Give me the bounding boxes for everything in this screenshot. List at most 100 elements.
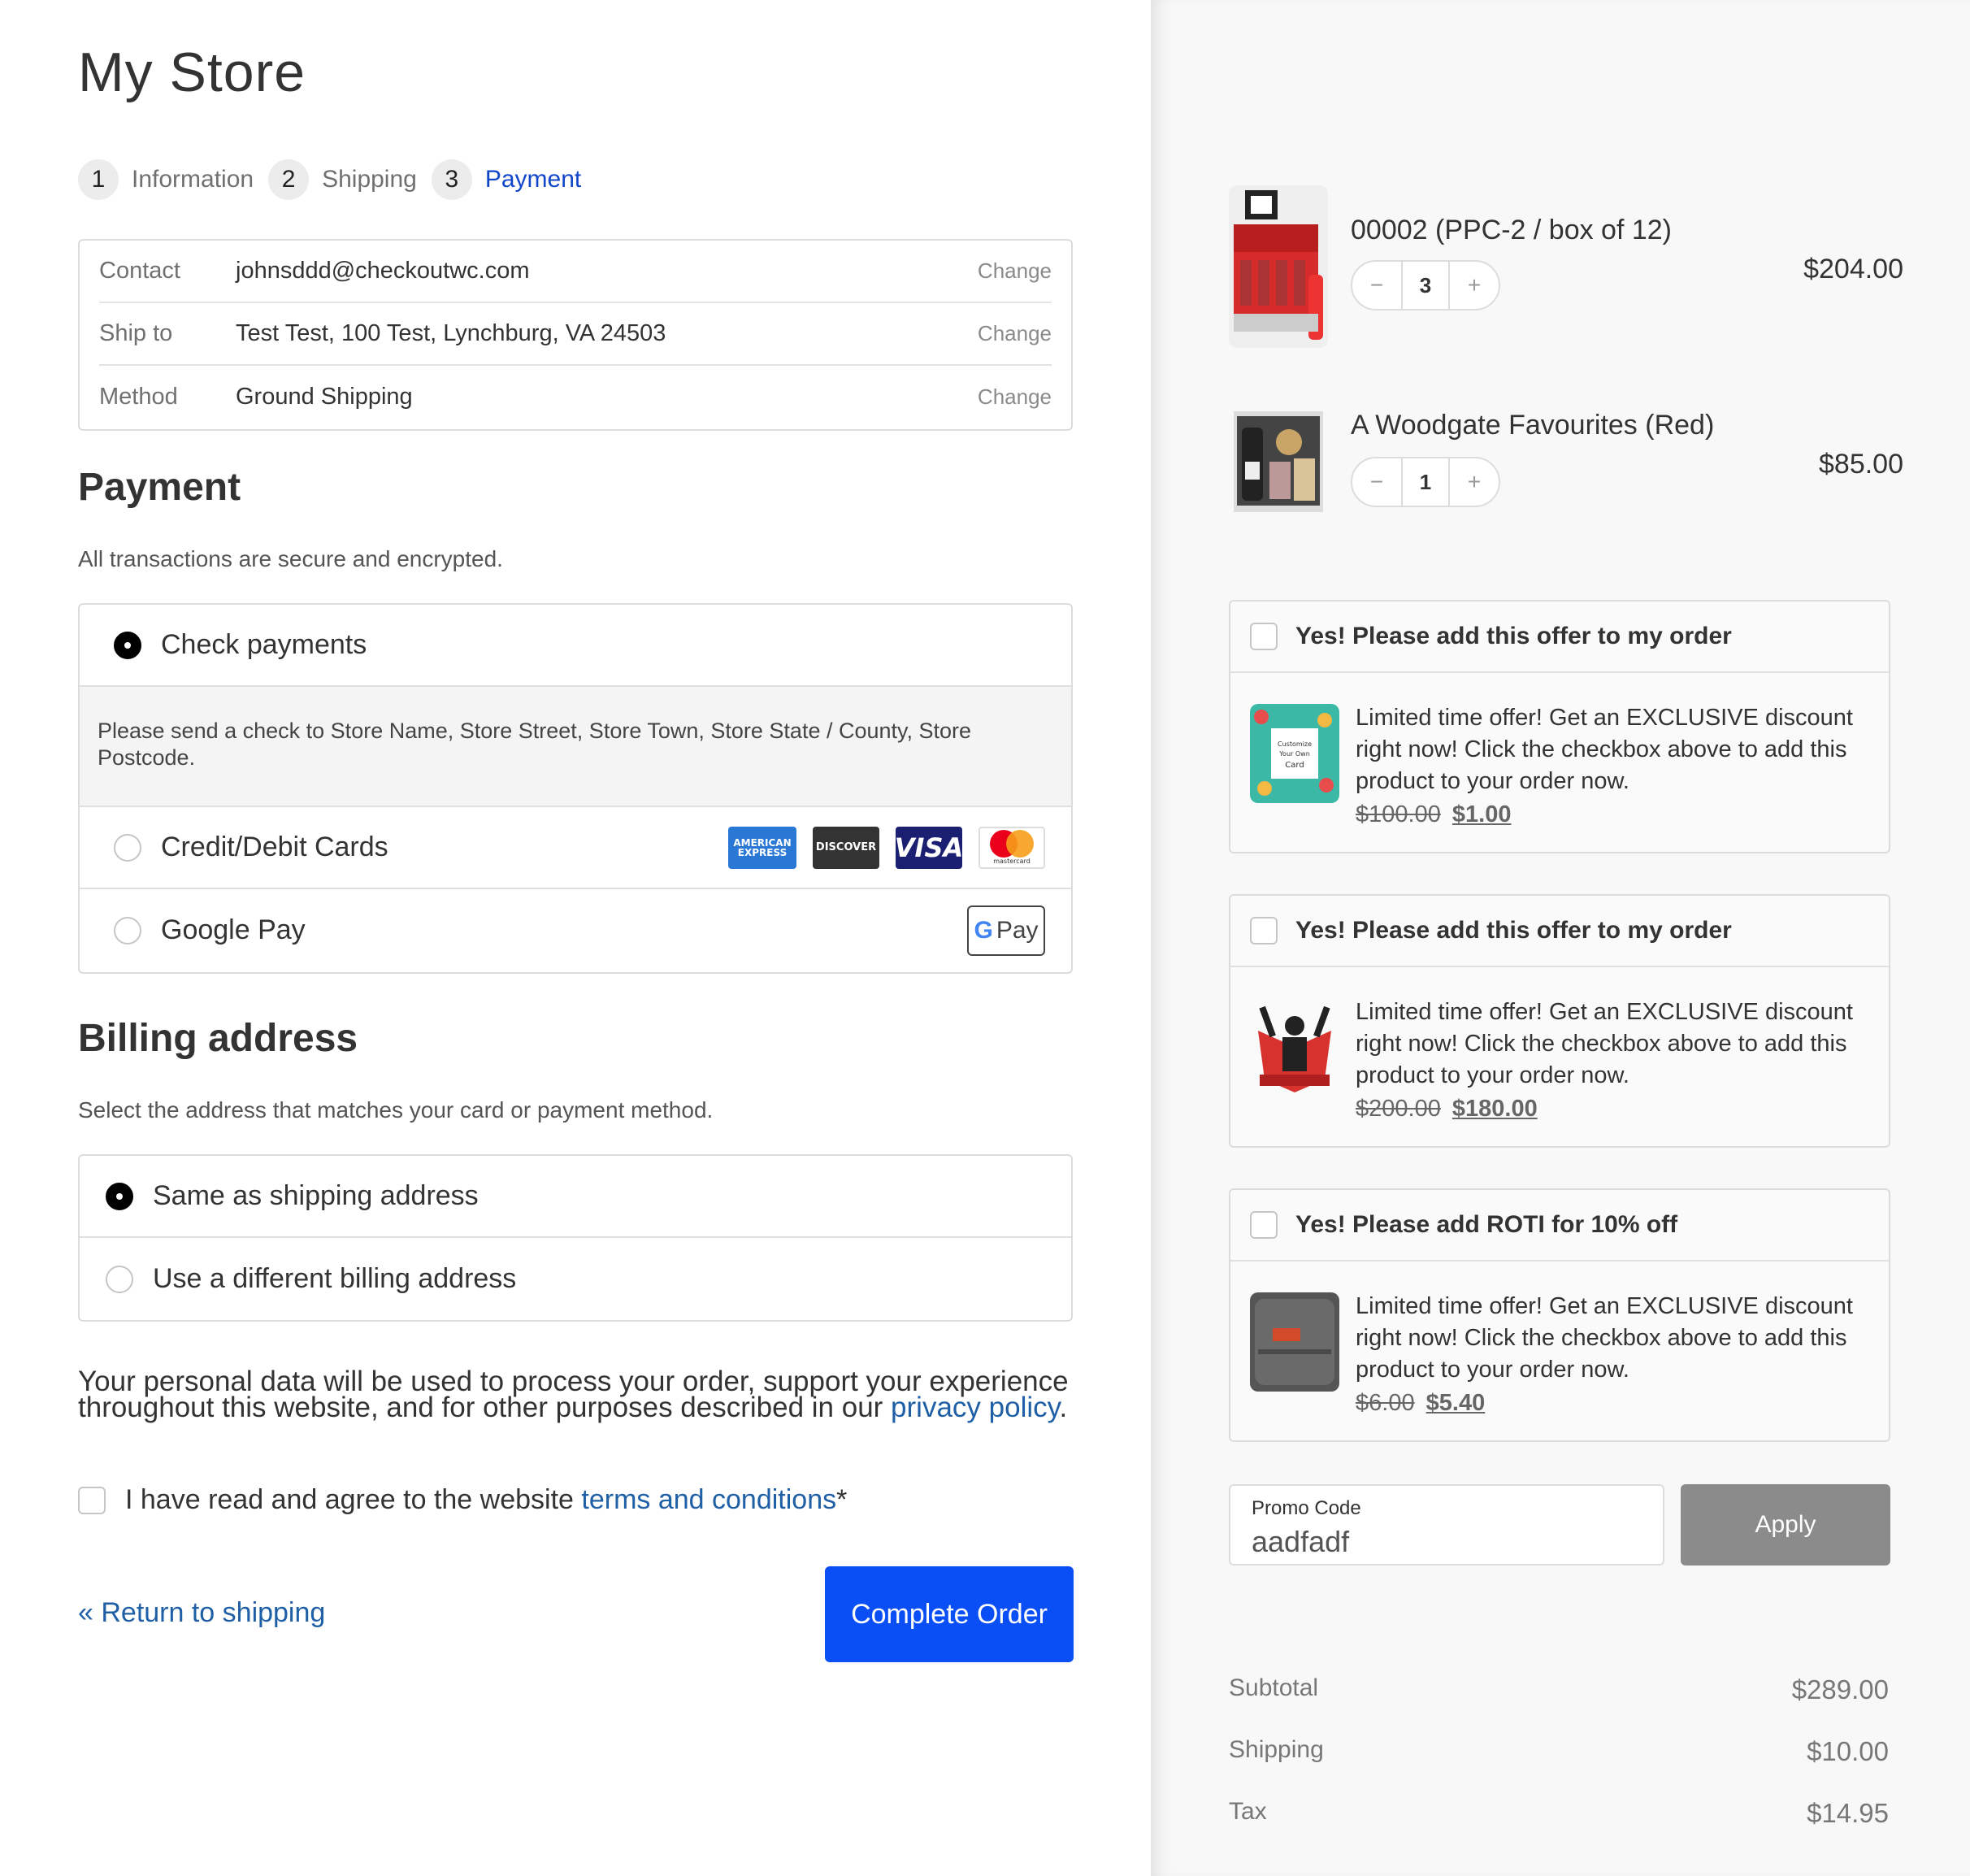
apply-promo-button[interactable]: Apply [1681,1484,1890,1566]
cart-item: 00002 (PPC-2 / box of 12) $204.00 − 3 + [1229,185,1903,348]
total-label: Tax [1229,1798,1267,1825]
item-price: $204.00 [1803,254,1903,284]
visa-logo: VISA [895,826,963,869]
offer-header[interactable]: Yes! Please add this offer to my order [1230,896,1889,967]
offer-thumbnail: Customize Your Own Card [1250,704,1339,803]
breadcrumb-shipping[interactable]: 2 Shipping [268,159,417,200]
quantity-stepper: − 1 + [1351,457,1500,507]
radio-check-payments[interactable] [114,631,141,659]
terms-agreement: I have read and agree to the website ter… [78,1484,847,1516]
item-price: $85.00 [1819,449,1903,480]
billing-option-same[interactable]: Same as shipping address [80,1156,1071,1238]
offer-thumbnail [1250,1292,1339,1392]
subtotal-row: Subtotal $289.00 [1229,1674,1889,1705]
item-name: A Woodgate Favourites (Red) [1351,410,1715,441]
radio-credit-cards[interactable] [114,833,141,862]
offer-heading: Yes! Please add this offer to my order [1295,623,1732,649]
offer-price: $100.00 $1.00 [1356,801,1511,828]
review-row-ship-to: Ship to Test Test, 100 Test, Lynchburg, … [99,303,1052,366]
privacy-notice: Your personal data will be used to proce… [78,1367,1078,1423]
complete-order-button[interactable]: Complete Order [825,1566,1074,1662]
breadcrumb-payment: 3 Payment [431,159,582,200]
svg-text:Card: Card [1285,761,1304,770]
payment-option-cards[interactable]: Credit/Debit Cards AMERICAN EXPRESS DISC… [80,807,1071,889]
review-value: Test Test, 100 Test, Lynchburg, VA 24503 [236,320,666,346]
terms-checkbox[interactable] [78,1486,106,1514]
privacy-policy-link[interactable]: privacy policy [891,1392,1059,1423]
decrease-quantity-button[interactable]: − [1352,272,1401,298]
order-bump-offer: Yes! Please add this offer to my order L… [1229,894,1890,1148]
radio-different-address[interactable] [106,1265,133,1293]
payment-subtitle: All transactions are secure and encrypte… [78,546,503,571]
sale-price: $1.00 [1451,801,1512,827]
billing-options: Same as shipping address Use a different… [78,1154,1073,1322]
change-ship-to-link[interactable]: Change [978,321,1052,346]
payment-option-label: Credit/Debit Cards [161,832,388,862]
total-value: $10.00 [1807,1736,1889,1766]
review-row-method: Method Ground Shipping Change [99,366,1052,428]
offer-checkbox[interactable] [1250,623,1278,650]
order-review-box: Contact johnsddd@checkoutwc.com Change S… [78,239,1073,431]
google-g-icon: G [974,916,993,944]
payment-option-check[interactable]: Check payments [80,605,1071,687]
quantity-value[interactable]: 1 [1401,458,1450,506]
step-number: 1 [78,159,119,200]
shipping-row: Shipping $10.00 [1229,1736,1889,1767]
offer-description: Limited time offer! Get an EXCLUSIVE dis… [1356,1293,1853,1383]
billing-option-label: Same as shipping address [153,1180,479,1211]
mastercard-text: mastercard [993,858,1031,865]
return-to-shipping-link[interactable]: « Return to shipping [78,1597,325,1629]
promo-code-field[interactable]: Promo Code aadfadf [1229,1484,1664,1566]
promo-code-value[interactable]: aadfadf [1252,1525,1642,1559]
original-price: $100.00 [1356,801,1441,827]
quantity-stepper: − 3 + [1351,260,1500,310]
payment-option-label: Google Pay [161,914,306,945]
billing-option-different[interactable]: Use a different billing address [80,1238,1071,1320]
promo-code-label: Promo Code [1252,1497,1361,1519]
radio-google-pay[interactable] [114,916,141,945]
gpay-text: Pay [996,916,1039,944]
review-value: Ground Shipping [236,384,413,410]
svg-text:Customize: Customize [1278,740,1312,748]
product-thumbnail [1229,405,1328,517]
checkout-main: My Store 1 Information 2 Shipping 3 Paym… [0,0,1151,1876]
privacy-end: . [1059,1392,1068,1423]
total-value: $289.00 [1791,1674,1889,1704]
total-value: $14.95 [1807,1798,1889,1828]
total-label: Shipping [1229,1736,1324,1763]
increase-quantity-button[interactable]: + [1450,469,1499,495]
review-label: Contact [99,258,180,284]
decrease-quantity-button[interactable]: − [1352,469,1401,495]
offer-checkbox[interactable] [1250,1211,1278,1239]
change-method-link[interactable]: Change [978,384,1052,410]
offer-header[interactable]: Yes! Please add this offer to my order [1230,601,1889,673]
amex-logo: AMERICAN EXPRESS [728,826,796,869]
step-number: 2 [268,159,310,200]
review-label: Method [99,384,178,410]
order-bump-offer: Yes! Please add ROTI for 10% off Limited… [1229,1188,1890,1442]
step-number: 3 [431,159,472,200]
original-price: $6.00 [1356,1390,1415,1416]
breadcrumb-information[interactable]: 1 Information [78,159,254,200]
change-contact-link[interactable]: Change [978,258,1052,284]
offer-header[interactable]: Yes! Please add ROTI for 10% off [1230,1190,1889,1262]
step-label: Information [132,166,254,193]
card-brand-logos: AMERICAN EXPRESS DISCOVER VISA mastercar… [712,826,1045,869]
offer-description: Limited time offer! Get an EXCLUSIVE dis… [1356,999,1853,1088]
offer-checkbox[interactable] [1250,917,1278,945]
quantity-value[interactable]: 3 [1401,262,1450,309]
order-summary: 00002 (PPC-2 / box of 12) $204.00 − 3 + … [1151,0,1970,1876]
order-bump-offer: Yes! Please add this offer to my order C… [1229,600,1890,853]
radio-same-address[interactable] [106,1182,133,1210]
discover-logo: DISCOVER [813,826,879,869]
total-label: Subtotal [1229,1674,1319,1701]
billing-option-label: Use a different billing address [153,1263,517,1294]
payment-option-google-pay[interactable]: Google Pay G Pay [80,889,1071,971]
increase-quantity-button[interactable]: + [1450,272,1499,298]
google-pay-logo: G Pay [967,905,1045,956]
payment-option-label: Check payments [161,629,367,660]
review-label: Ship to [99,320,173,346]
svg-text:Your Own: Your Own [1278,750,1310,758]
step-label: Payment [484,166,582,193]
terms-link[interactable]: terms and conditions [581,1484,836,1516]
